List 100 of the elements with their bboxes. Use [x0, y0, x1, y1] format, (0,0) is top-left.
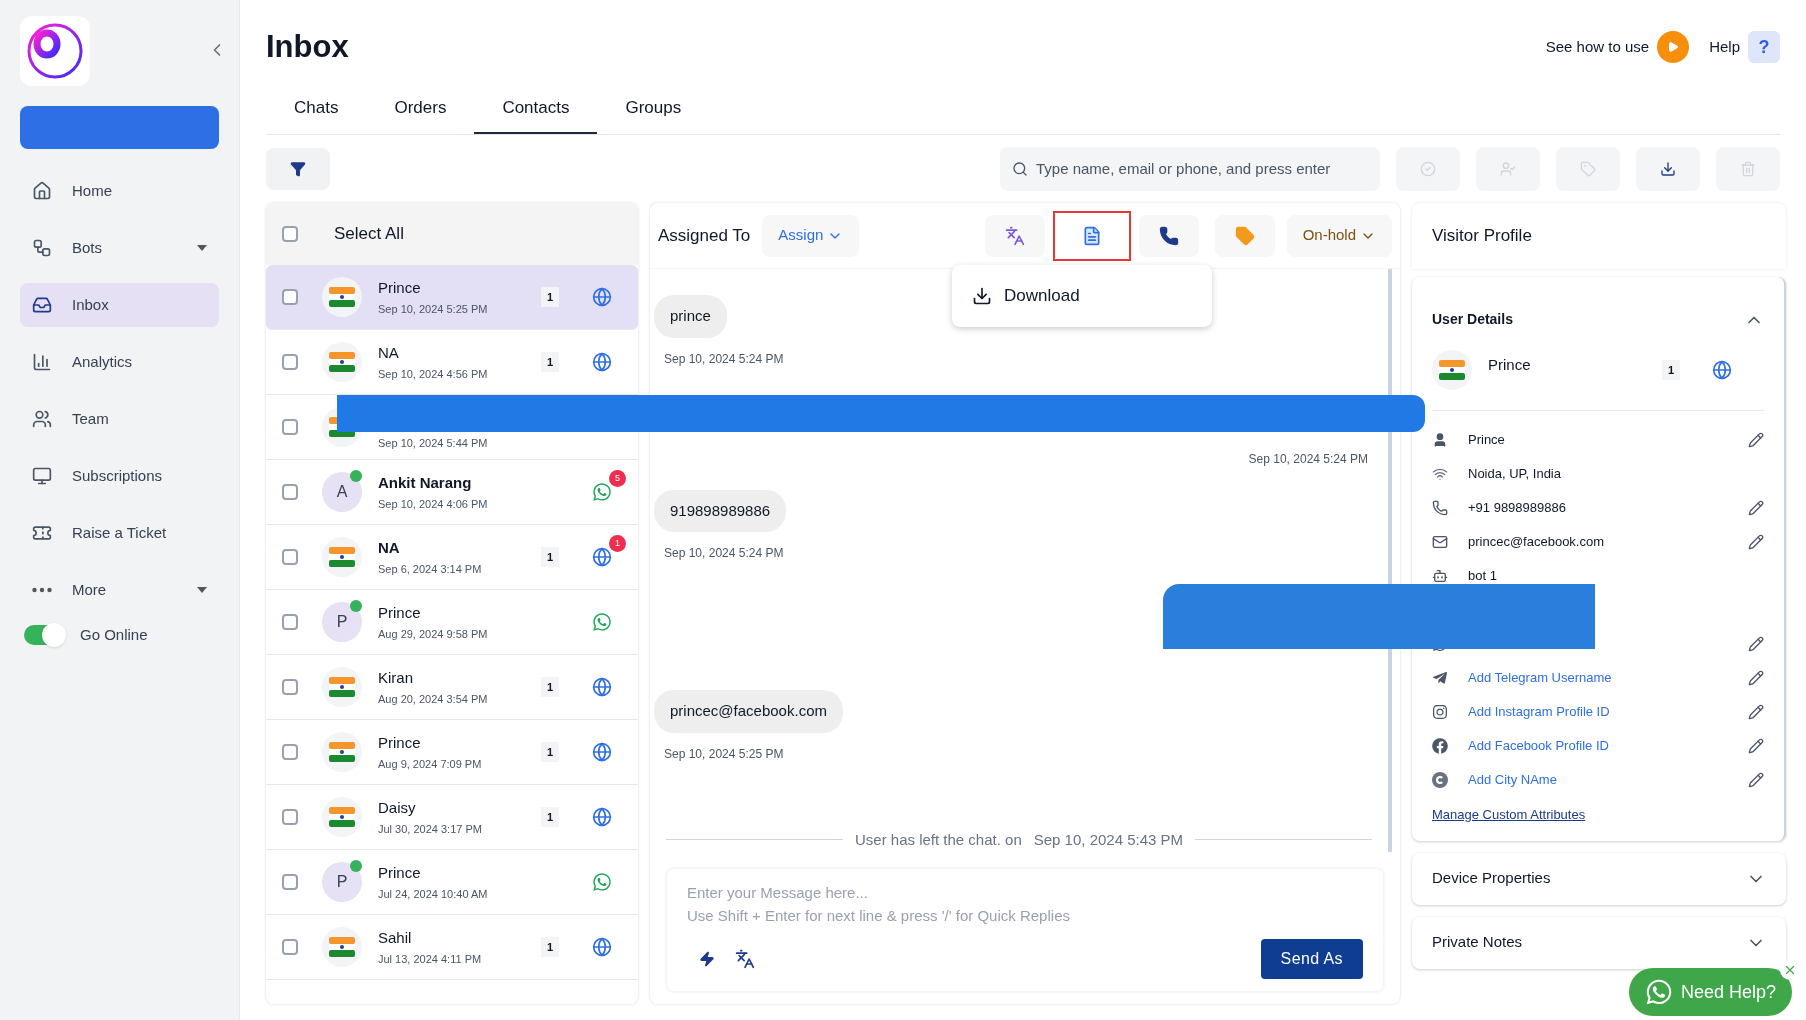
edit-icon[interactable] — [1748, 704, 1764, 720]
tag-icon — [1234, 225, 1255, 246]
bar-chart-icon — [32, 352, 52, 372]
sidebar-item[interactable]: Team — [20, 397, 219, 441]
edit-icon[interactable] — [1748, 500, 1764, 516]
checkbox[interactable] — [282, 289, 298, 305]
edit-icon[interactable] — [1748, 738, 1764, 754]
checkbox[interactable] — [282, 614, 298, 630]
sidebar-item[interactable]: Raise a Ticket — [20, 511, 219, 555]
contact-time: Sep 10, 2024 4:06 PM — [378, 496, 489, 512]
tab[interactable]: Chats — [266, 86, 367, 134]
checkbox[interactable] — [282, 679, 298, 695]
globe-icon — [1712, 360, 1732, 380]
tab[interactable]: Contacts — [474, 86, 598, 134]
tag-button[interactable] — [1214, 214, 1275, 257]
india-flag-icon — [329, 677, 355, 697]
phone-icon — [1158, 225, 1179, 246]
composer-field[interactable]: Enter your Message here... Use Shift + Enter for next line & press '/' for Quick Replies Send As — [666, 868, 1384, 992]
checkbox[interactable] — [282, 874, 298, 890]
checkbox[interactable] — [282, 809, 298, 825]
edit-icon[interactable] — [1748, 432, 1764, 448]
edit-icon[interactable] — [1748, 534, 1764, 550]
message-field[interactable]: Enter your Message here... Use Shift + Enter for next line & press '/' for Quick Replies — [687, 881, 1363, 929]
count-label: 1 — [540, 286, 560, 308]
india-flag-icon — [329, 547, 355, 567]
sidebar-item[interactable]: Home — [20, 169, 219, 213]
contact-row[interactable]: NA Sep 10, 2024 4:56 PM 1 — [266, 330, 638, 395]
whatsapp-icon — [592, 872, 612, 892]
globe-icon — [592, 287, 612, 307]
contact-row[interactable]: Sahil Jul 13, 2024 4:11 PM 1 — [266, 915, 638, 980]
lightning-icon[interactable] — [699, 951, 715, 967]
checkbox[interactable] — [282, 939, 298, 955]
translate-button[interactable] — [984, 214, 1045, 257]
contact-row[interactable]: A Ankit Narang Sep 10, 2024 4:06 PM 5 — [266, 460, 638, 525]
count-label: 1 — [540, 676, 560, 698]
contact-row[interactable]: Daisy Jul 30, 2024 3:17 PM 1 — [266, 785, 638, 850]
india-flag-icon — [329, 742, 355, 762]
translate-icon[interactable] — [735, 949, 755, 969]
contact-row[interactable]: Prince Sep 10, 2024 5:25 PM 1 — [266, 265, 638, 330]
contact-time: Jul 13, 2024 4:11 PM — [378, 951, 483, 967]
add-field-link[interactable]: Add Instagram Profile ID — [1468, 702, 1610, 722]
checkbox[interactable] — [282, 419, 298, 435]
contact-name: Prince — [378, 602, 422, 622]
sidebar-item[interactable]: Subscriptions — [20, 454, 219, 498]
logo — [20, 16, 90, 86]
play-button[interactable] — [1657, 31, 1690, 64]
search-input[interactable]: Type name, email or phone, and press enter — [1036, 157, 1368, 181]
sidebar-item[interactable]: More — [20, 568, 219, 612]
help-link[interactable]: Help — [1709, 36, 1740, 59]
tab[interactable]: Groups — [597, 86, 710, 134]
user-check-icon — [1500, 161, 1516, 177]
filter-button[interactable] — [266, 148, 330, 190]
contact-name: Prince — [378, 277, 422, 297]
contact-row[interactable]: P Prince Aug 29, 2024 9:58 PM — [266, 590, 638, 655]
search-field[interactable]: Type name, email or phone, and press enter — [1000, 147, 1380, 191]
flow-icon — [32, 238, 52, 258]
add-field-link[interactable]: Add City NAme — [1468, 770, 1557, 790]
edit-icon[interactable] — [1748, 670, 1764, 686]
unread-badge: 5 — [609, 470, 626, 487]
manage-attributes-link[interactable]: Manage Custom Attributes — [1432, 805, 1764, 825]
see-how-link[interactable]: See how to use — [1545, 36, 1650, 59]
checkbox[interactable] — [282, 744, 298, 760]
monitor-icon — [32, 466, 52, 486]
sidebar-item[interactable]: Inbox — [20, 283, 219, 327]
online-toggle[interactable] — [24, 625, 64, 646]
contact-row[interactable]: Prince Aug 9, 2024 7:09 PM 1 — [266, 720, 638, 785]
transcript-button[interactable] — [1052, 210, 1131, 261]
edit-icon[interactable] — [1748, 636, 1764, 652]
india-flag-icon — [329, 352, 355, 372]
sidebar-item[interactable]: Analytics — [20, 340, 219, 384]
checkbox[interactable] — [282, 484, 298, 500]
edit-icon[interactable] — [1748, 772, 1764, 788]
message-time: Sep 10, 2024 5:24 PM — [664, 545, 784, 562]
checkbox[interactable] — [282, 354, 298, 370]
tab[interactable]: Orders — [366, 86, 475, 134]
sidebar-label: Team — [72, 408, 109, 429]
field-value: +91 9898989886 — [1468, 499, 1566, 518]
check-circle-icon — [1420, 161, 1436, 177]
contact-time: Aug 29, 2024 9:58 PM — [378, 626, 489, 642]
collapsible-section[interactable]: Private Notes — [1412, 916, 1786, 969]
contact-name: Sahil — [378, 927, 413, 947]
contact-row[interactable]: P Prince Jul 24, 2024 10:40 AM — [266, 850, 638, 915]
checkbox[interactable] — [282, 549, 298, 565]
send-button[interactable]: Send As — [1260, 939, 1363, 979]
contact-row[interactable]: NA Sep 6, 2024 3:14 PM 1 1 — [266, 525, 638, 590]
call-button[interactable] — [1138, 214, 1199, 257]
help-button[interactable]: ? — [1748, 31, 1780, 64]
sidebar-label: More — [72, 579, 107, 600]
menu-item[interactable]: Download — [972, 283, 1080, 309]
assign-dropdown[interactable]: Assign — [762, 214, 860, 257]
status-dropdown[interactable]: On-hold — [1286, 214, 1392, 257]
checkbox[interactable] — [282, 226, 298, 242]
collapsible-section[interactable]: Device Properties — [1412, 852, 1786, 905]
add-field-link[interactable]: Add Facebook Profile ID — [1468, 736, 1609, 756]
contact-row[interactable]: Kiran Aug 20, 2024 3:54 PM 1 — [266, 655, 638, 720]
sidebar-item[interactable]: Bots — [20, 226, 219, 270]
contact-name: NA — [378, 537, 401, 557]
india-flag-icon — [1439, 360, 1465, 380]
add-field-link[interactable]: Add Telegram Username — [1468, 668, 1612, 688]
download-button[interactable] — [1636, 147, 1700, 191]
